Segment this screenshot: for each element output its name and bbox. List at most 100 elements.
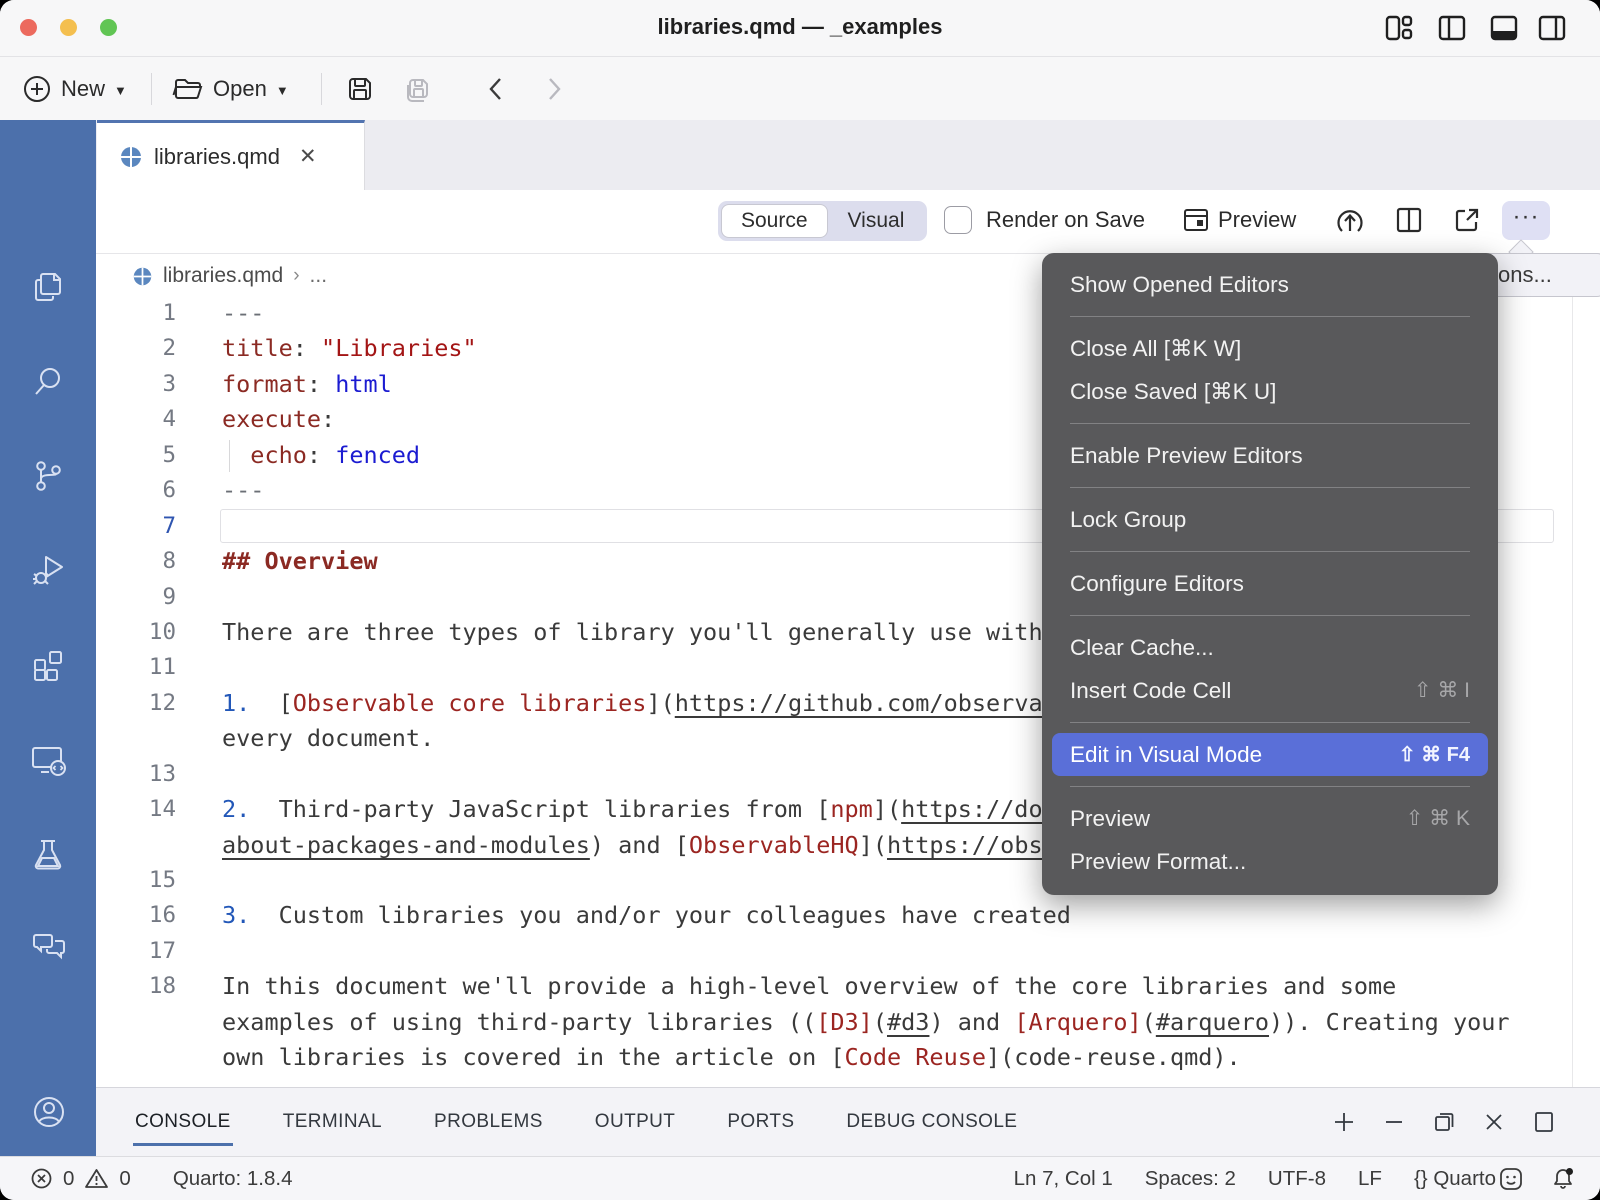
panel-minimize-icon[interactable]: [1383, 1110, 1405, 1134]
panel-restore-icon[interactable]: [1432, 1110, 1456, 1134]
menu-item-label: Close All [⌘K W]: [1070, 336, 1241, 362]
account-icon[interactable]: [29, 1092, 67, 1130]
quarto-file-icon: [119, 145, 143, 169]
errors-count[interactable]: 0: [63, 1167, 74, 1191]
code-line[interactable]: own libraries is covered in the article …: [96, 1040, 1600, 1075]
errors-icon[interactable]: [30, 1167, 53, 1190]
customize-layout-icon[interactable]: [1382, 13, 1416, 43]
run-debug-icon[interactable]: [29, 551, 67, 589]
render-on-save-label: Render on Save: [986, 207, 1145, 233]
navigate-back-button[interactable]: [486, 57, 506, 120]
quarto-version[interactable]: Quarto: 1.8.4: [173, 1167, 293, 1191]
code-line[interactable]: examples of using third-party libraries …: [96, 1005, 1600, 1040]
visual-mode-button[interactable]: Visual: [828, 204, 925, 238]
code-line[interactable]: 163. Custom libraries you and/or your co…: [96, 898, 1600, 933]
menu-item-insert-code-cell[interactable]: Insert Code Cell⇧ ⌘ I: [1042, 669, 1498, 712]
testing-icon[interactable]: [29, 836, 67, 874]
tab-libraries-qmd[interactable]: libraries.qmd ✕: [97, 120, 365, 190]
panel-tab-output[interactable]: OUTPUT: [593, 1089, 678, 1155]
line-number: 4: [96, 402, 176, 437]
extensions-icon[interactable]: [29, 647, 67, 685]
toggle-secondary-sidebar-icon[interactable]: [1536, 13, 1570, 43]
panel-tab-console[interactable]: CONSOLE: [133, 1089, 233, 1155]
menu-item-close-all-k-w[interactable]: Close All [⌘K W]: [1042, 327, 1498, 370]
status-item-ln-7-col-1[interactable]: Ln 7, Col 1: [1014, 1167, 1113, 1191]
code-text: execute:: [222, 402, 335, 437]
status-item-lf[interactable]: LF: [1358, 1167, 1382, 1191]
open-in-new-window-icon[interactable]: [1452, 205, 1482, 235]
line-number: 13: [96, 757, 176, 792]
menu-item-enable-preview-editors[interactable]: Enable Preview Editors: [1042, 434, 1498, 477]
panel-maximize-icon[interactable]: [1532, 1110, 1556, 1134]
warnings-icon[interactable]: [84, 1167, 109, 1190]
menu-item-shortcut: ⇧ ⌘ I: [1414, 678, 1470, 703]
save-all-icon: [402, 73, 436, 105]
preview-label[interactable]: Preview: [1218, 207, 1296, 233]
tab-close-icon[interactable]: ✕: [299, 144, 317, 169]
line-number: 10: [96, 615, 176, 650]
render-icon[interactable]: [1334, 205, 1366, 237]
status-item-utf-8[interactable]: UTF-8: [1268, 1167, 1326, 1191]
code-line[interactable]: 17: [96, 934, 1600, 969]
breadcrumb-file[interactable]: libraries.qmd: [163, 264, 283, 288]
line-number: 3: [96, 367, 176, 402]
line-number: 2: [96, 331, 176, 366]
code-text: own libraries is covered in the article …: [222, 1040, 1241, 1075]
status-item-spaces-2[interactable]: Spaces: 2: [1145, 1167, 1236, 1191]
code-text: every document.: [222, 721, 434, 756]
menu-item-preview[interactable]: Preview⇧ ⌘ K: [1042, 797, 1498, 840]
menu-item-show-opened-editors[interactable]: Show Opened Editors: [1042, 263, 1498, 306]
menu-item-shortcut: ⇧ ⌘ K: [1406, 806, 1470, 831]
menu-item-configure-editors[interactable]: Configure Editors: [1042, 562, 1498, 605]
menu-item-label: Show Opened Editors: [1070, 272, 1289, 298]
menu-item-edit-in-visual-mode[interactable]: Edit in Visual Mode⇧ ⌘ F4: [1052, 733, 1488, 776]
save-all-button[interactable]: [402, 57, 436, 120]
panel-tab-terminal[interactable]: TERMINAL: [281, 1089, 384, 1155]
feedback-smiley-icon[interactable]: [1498, 1166, 1524, 1192]
open-label: Open: [213, 76, 267, 102]
menu-item-label: Clear Cache...: [1070, 635, 1214, 661]
panel-tab-debug-console[interactable]: DEBUG CONSOLE: [844, 1089, 1019, 1155]
status-item-quarto[interactable]: {} Quarto: [1414, 1167, 1496, 1191]
notifications-bell-icon[interactable]: [1550, 1166, 1576, 1192]
open-button[interactable]: Open ▼: [172, 57, 289, 120]
split-editor-icon[interactable]: [1394, 205, 1424, 235]
menu-item-lock-group[interactable]: Lock Group: [1042, 498, 1498, 541]
new-button[interactable]: New ▼: [22, 57, 127, 120]
window-title: libraries.qmd — _examples: [0, 14, 1600, 40]
breadcrumb-more[interactable]: ...: [310, 264, 328, 288]
menu-item-label: Enable Preview Editors: [1070, 443, 1303, 469]
more-actions-button[interactable]: ···: [1502, 201, 1550, 240]
status-bar: 0 0 Quarto: 1.8.4 Ln 7, Col 1 Spaces: 2 UT…: [0, 1156, 1600, 1200]
explorer-icon[interactable]: [29, 268, 67, 306]
menu-separator: [1070, 615, 1470, 616]
navigate-forward-button[interactable]: [544, 57, 564, 120]
editor-toolbar: Source Visual Render on Save Preview ···: [96, 190, 1600, 254]
menu-item-clear-cache[interactable]: Clear Cache...: [1042, 626, 1498, 669]
menu-item-preview-format[interactable]: Preview Format...: [1042, 840, 1498, 883]
panel-new-icon[interactable]: [1332, 1110, 1356, 1134]
toggle-primary-sidebar-icon[interactable]: [1436, 13, 1470, 43]
open-dropdown-caret: ▼: [276, 83, 289, 98]
menu-separator: [1070, 316, 1470, 317]
menu-item-close-saved-k-u[interactable]: Close Saved [⌘K U]: [1042, 370, 1498, 413]
comments-icon[interactable]: [29, 928, 67, 966]
preview-icon[interactable]: [1182, 206, 1210, 234]
menu-separator: [1070, 423, 1470, 424]
panel-tab-ports[interactable]: PORTS: [725, 1089, 796, 1155]
panel-close-icon[interactable]: [1483, 1110, 1505, 1134]
toggle-panel-icon[interactable]: [1488, 13, 1522, 43]
line-number: 17: [96, 934, 176, 969]
render-on-save-checkbox[interactable]: [944, 206, 972, 234]
source-control-icon[interactable]: [29, 457, 67, 495]
menu-item-shortcut: ⇧ ⌘ F4: [1399, 742, 1470, 767]
warnings-count[interactable]: 0: [119, 1167, 130, 1191]
line-number: 11: [96, 650, 176, 685]
editor-tab-bar: libraries.qmd ✕: [96, 120, 1600, 191]
save-button[interactable]: [345, 57, 375, 120]
code-line[interactable]: 18In this document we'll provide a high-…: [96, 969, 1600, 1004]
search-sidebar-icon[interactable]: [29, 363, 67, 401]
panel-tab-problems[interactable]: PROBLEMS: [432, 1089, 545, 1155]
source-mode-button[interactable]: Source: [721, 204, 828, 238]
remote-explorer-icon[interactable]: [29, 742, 67, 780]
